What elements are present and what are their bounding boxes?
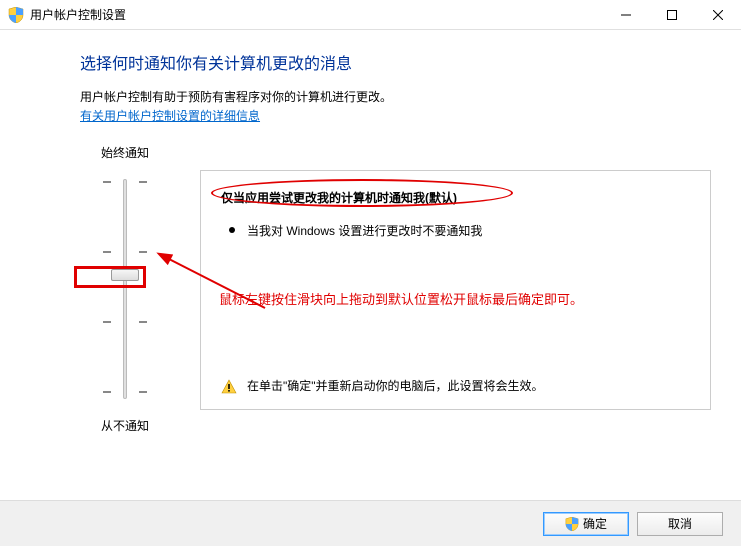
slider-thumb[interactable]: [111, 269, 139, 281]
cancel-button-label: 取消: [668, 515, 692, 532]
warning-text: 在单击"确定"并重新启动你的电脑后，此设置将会生效。: [247, 377, 544, 395]
page-heading: 选择何时通知你有关计算机更改的消息: [80, 50, 711, 74]
titlebar: 用户帐户控制设置: [0, 0, 741, 30]
page-description: 用户帐户控制有助于预防有害程序对你的计算机进行更改。: [80, 88, 711, 105]
uac-shield-icon: [8, 7, 24, 23]
warning-icon: [221, 379, 237, 395]
maximize-button[interactable]: [649, 0, 695, 30]
slider-label-never: 从不通知: [80, 417, 170, 434]
cancel-button[interactable]: 取消: [637, 512, 723, 536]
footer: 确定 取消: [0, 500, 741, 546]
notification-level-title: 仅当应用尝试更改我的计算机时通知我(默认): [221, 189, 457, 206]
content-area: 选择何时通知你有关计算机更改的消息 用户帐户控制有助于预防有害程序对你的计算机进…: [0, 30, 741, 434]
uac-shield-icon: [565, 517, 579, 531]
minimize-button[interactable]: [603, 0, 649, 30]
help-link[interactable]: 有关用户帐户控制设置的详细信息: [80, 109, 260, 123]
bullet-text: 当我对 Windows 设置进行更改时不要通知我: [247, 222, 482, 239]
ok-button-label: 确定: [583, 515, 607, 532]
annotation-text: 鼠标左键按住滑块向上拖动到默认位置松开鼠标最后确定即可。: [219, 289, 700, 308]
bullet-icon: [229, 227, 235, 233]
close-button[interactable]: [695, 0, 741, 30]
controls-row: 始终通知 从不通知 仅当应用尝试更改我的计算机时通知我(默认) 当我对 Wind…: [80, 144, 711, 434]
window-controls: [603, 0, 741, 30]
warning-row: 在单击"确定"并重新启动你的电脑后，此设置将会生效。: [221, 377, 690, 395]
uac-slider[interactable]: [95, 169, 155, 409]
slider-column: 始终通知 从不通知: [80, 144, 170, 434]
ok-button[interactable]: 确定: [543, 512, 629, 536]
slider-label-always: 始终通知: [80, 144, 170, 161]
info-panel: 仅当应用尝试更改我的计算机时通知我(默认) 当我对 Windows 设置进行更改…: [200, 170, 711, 410]
window-title: 用户帐户控制设置: [30, 6, 126, 23]
bullet-row: 当我对 Windows 设置进行更改时不要通知我: [221, 222, 690, 239]
